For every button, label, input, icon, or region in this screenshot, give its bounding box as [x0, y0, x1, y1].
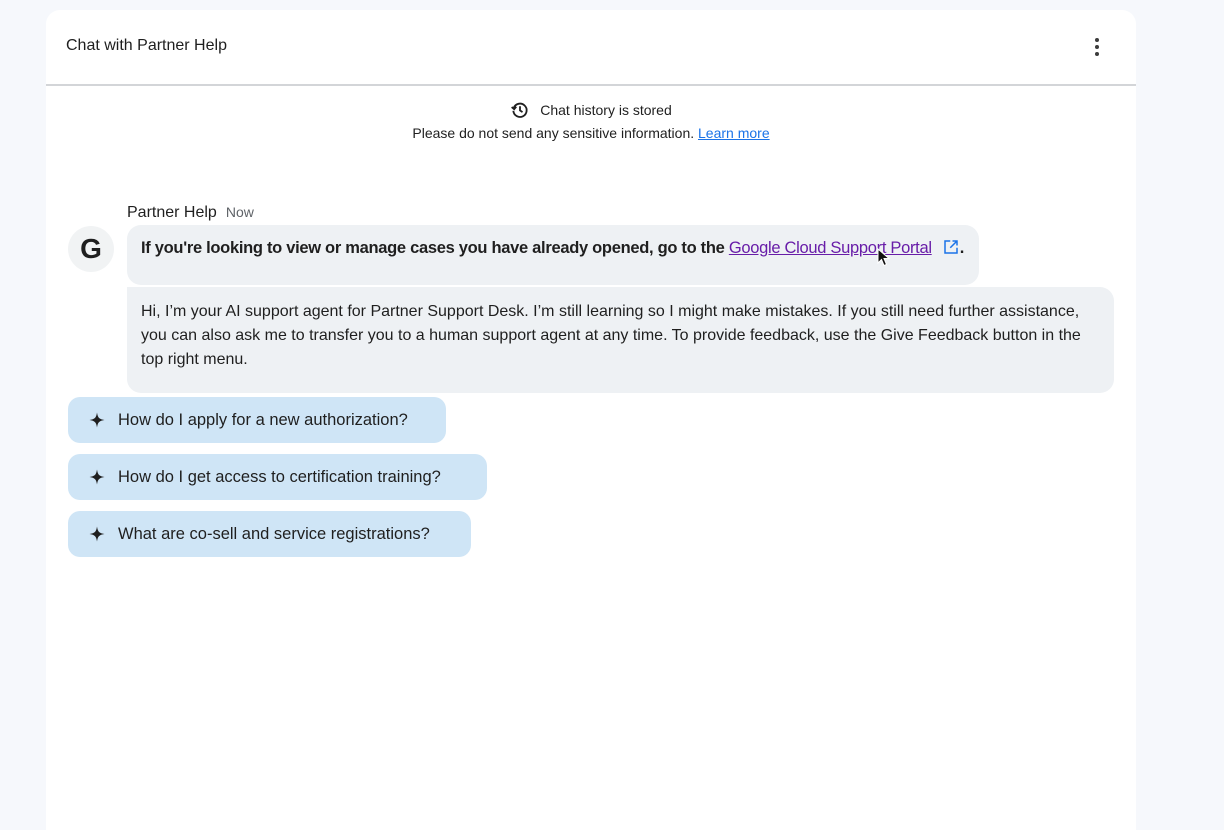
suggestion-chip[interactable]: How do I apply for a new authorization?	[68, 397, 446, 443]
open-in-new-icon[interactable]	[942, 238, 960, 256]
mouse-cursor-icon	[877, 248, 891, 267]
sparkle-icon	[89, 412, 105, 428]
sparkle-icon	[89, 469, 105, 485]
chat-title: Chat with Partner Help	[66, 37, 227, 54]
suggestion-label: What are co-sell and service registratio…	[118, 524, 430, 543]
history-icon	[511, 102, 528, 118]
support-portal-link[interactable]: Google Cloud Support Portal	[729, 239, 932, 257]
suggestion-chip[interactable]: What are co-sell and service registratio…	[68, 511, 471, 557]
message-time: Now	[225, 204, 254, 220]
notice-text: Please do not send any sensitive informa…	[412, 125, 695, 141]
notice-title: Chat history is stored	[540, 102, 672, 118]
message-meta: Partner Help Now	[127, 204, 254, 222]
chat-panel: Chat with Partner Help Chat history is s…	[46, 10, 1136, 830]
intro-suffix: .	[959, 239, 965, 257]
suggestion-label: How do I apply for a new authorization?	[118, 410, 408, 429]
more-vert-icon[interactable]	[1086, 34, 1108, 60]
sender-name: Partner Help	[127, 204, 217, 221]
learn-more-link[interactable]: Learn more	[698, 125, 770, 141]
chat-header: Chat with Partner Help	[46, 10, 1136, 86]
ai-intro-message: Hi, I’m your AI support agent for Partne…	[127, 287, 1114, 393]
sparkle-icon	[89, 526, 105, 542]
suggestion-label: How do I get access to certification tra…	[118, 467, 441, 486]
avatar: G	[68, 226, 114, 272]
suggestion-chip[interactable]: How do I get access to certification tra…	[68, 454, 487, 500]
intro-text: If you're looking to view or manage case…	[141, 239, 725, 257]
intro-message: If you're looking to view or manage case…	[127, 225, 979, 285]
history-notice: Chat history is stored Please do not sen…	[46, 100, 1136, 141]
